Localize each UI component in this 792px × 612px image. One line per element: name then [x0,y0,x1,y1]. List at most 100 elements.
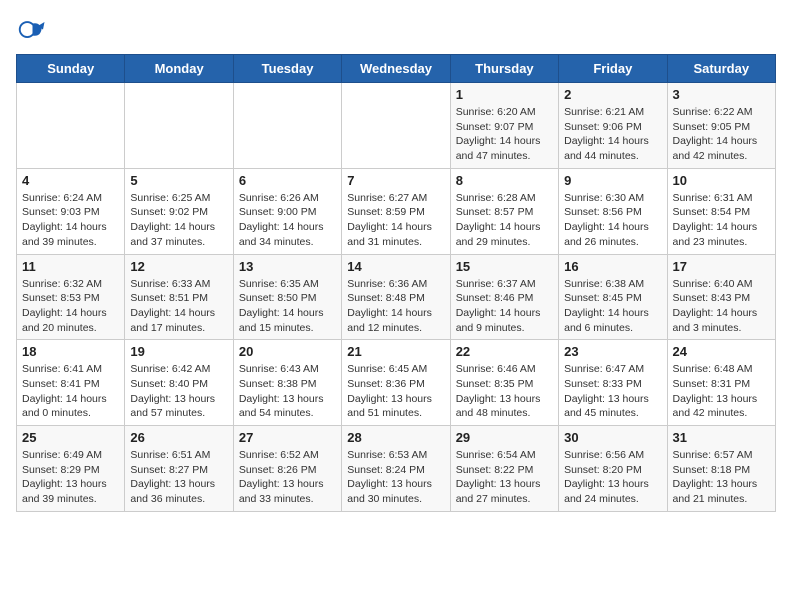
calendar-cell: 4 Sunrise: 6:24 AM Sunset: 9:03 PM Daylig… [17,168,125,254]
calendar-cell: 13 Sunrise: 6:35 AM Sunset: 8:50 PM Dayli… [233,254,341,340]
calendar-cell: 28 Sunrise: 6:53 AM Sunset: 8:24 PM Dayli… [342,426,450,512]
weekday-header-sunday: Sunday [17,55,125,83]
day-number: 2 [564,87,661,102]
day-number: 25 [22,430,119,445]
day-number: 17 [673,259,770,274]
day-number: 23 [564,344,661,359]
day-number: 4 [22,173,119,188]
day-info: Sunrise: 6:51 AM Sunset: 8:27 PM Dayligh… [130,448,227,507]
calendar-cell [125,83,233,169]
weekday-header-wednesday: Wednesday [342,55,450,83]
calendar-cell: 18 Sunrise: 6:41 AM Sunset: 8:41 PM Dayli… [17,340,125,426]
calendar-cell: 12 Sunrise: 6:33 AM Sunset: 8:51 PM Dayli… [125,254,233,340]
day-info: Sunrise: 6:38 AM Sunset: 8:45 PM Dayligh… [564,277,661,336]
day-number: 6 [239,173,336,188]
day-info: Sunrise: 6:22 AM Sunset: 9:05 PM Dayligh… [673,105,770,164]
day-number: 29 [456,430,553,445]
day-number: 15 [456,259,553,274]
day-number: 1 [456,87,553,102]
day-number: 22 [456,344,553,359]
day-info: Sunrise: 6:30 AM Sunset: 8:56 PM Dayligh… [564,191,661,250]
day-number: 27 [239,430,336,445]
calendar-cell: 15 Sunrise: 6:37 AM Sunset: 8:46 PM Dayli… [450,254,558,340]
day-info: Sunrise: 6:43 AM Sunset: 8:38 PM Dayligh… [239,362,336,421]
day-info: Sunrise: 6:37 AM Sunset: 8:46 PM Dayligh… [456,277,553,336]
day-info: Sunrise: 6:48 AM Sunset: 8:31 PM Dayligh… [673,362,770,421]
day-info: Sunrise: 6:26 AM Sunset: 9:00 PM Dayligh… [239,191,336,250]
header [16,16,776,46]
day-info: Sunrise: 6:24 AM Sunset: 9:03 PM Dayligh… [22,191,119,250]
day-info: Sunrise: 6:42 AM Sunset: 8:40 PM Dayligh… [130,362,227,421]
day-number: 13 [239,259,336,274]
day-info: Sunrise: 6:35 AM Sunset: 8:50 PM Dayligh… [239,277,336,336]
day-number: 19 [130,344,227,359]
day-number: 26 [130,430,227,445]
calendar-cell: 24 Sunrise: 6:48 AM Sunset: 8:31 PM Dayli… [667,340,775,426]
day-number: 8 [456,173,553,188]
calendar-cell: 27 Sunrise: 6:52 AM Sunset: 8:26 PM Dayli… [233,426,341,512]
day-info: Sunrise: 6:40 AM Sunset: 8:43 PM Dayligh… [673,277,770,336]
calendar-cell: 22 Sunrise: 6:46 AM Sunset: 8:35 PM Dayli… [450,340,558,426]
day-number: 12 [130,259,227,274]
day-info: Sunrise: 6:32 AM Sunset: 8:53 PM Dayligh… [22,277,119,336]
calendar-cell: 10 Sunrise: 6:31 AM Sunset: 8:54 PM Dayli… [667,168,775,254]
calendar-cell: 20Sunrise: 6:43 AM Sunset: 8:38 PM Dayli… [233,340,341,426]
day-number: 16 [564,259,661,274]
day-number: 28 [347,430,444,445]
calendar-cell: 31 Sunrise: 6:57 AM Sunset: 8:18 PM Dayli… [667,426,775,512]
logo [16,16,50,46]
day-info: Sunrise: 6:33 AM Sunset: 8:51 PM Dayligh… [130,277,227,336]
day-number: 24 [673,344,770,359]
calendar-cell: 26 Sunrise: 6:51 AM Sunset: 8:27 PM Dayli… [125,426,233,512]
day-info: Sunrise: 6:41 AM Sunset: 8:41 PM Dayligh… [22,362,119,421]
calendar-cell: 17 Sunrise: 6:40 AM Sunset: 8:43 PM Dayli… [667,254,775,340]
calendar-cell: 1 Sunrise: 6:20 AM Sunset: 9:07 PM Daylig… [450,83,558,169]
day-info: Sunrise: 6:53 AM Sunset: 8:24 PM Dayligh… [347,448,444,507]
day-info: Sunrise: 6:45 AM Sunset: 8:36 PM Dayligh… [347,362,444,421]
day-info: Sunrise: 6:27 AM Sunset: 8:59 PM Dayligh… [347,191,444,250]
day-info: Sunrise: 6:21 AM Sunset: 9:06 PM Dayligh… [564,105,661,164]
calendar-cell: 3 Sunrise: 6:22 AM Sunset: 9:05 PM Daylig… [667,83,775,169]
calendar-cell: 21 Sunrise: 6:45 AM Sunset: 8:36 PM Dayli… [342,340,450,426]
weekday-header-friday: Friday [559,55,667,83]
day-info: Sunrise: 6:46 AM Sunset: 8:35 PM Dayligh… [456,362,553,421]
day-number: 11 [22,259,119,274]
day-info: Sunrise: 6:25 AM Sunset: 9:02 PM Dayligh… [130,191,227,250]
day-info: Sunrise: 6:28 AM Sunset: 8:57 PM Dayligh… [456,191,553,250]
day-info: Sunrise: 6:49 AM Sunset: 8:29 PM Dayligh… [22,448,119,507]
calendar-table: SundayMondayTuesdayWednesdayThursdayFrid… [16,54,776,512]
calendar-cell: 23 Sunrise: 6:47 AM Sunset: 8:33 PM Dayli… [559,340,667,426]
weekday-header-monday: Monday [125,55,233,83]
day-info: Sunrise: 6:57 AM Sunset: 8:18 PM Dayligh… [673,448,770,507]
calendar-cell: 16 Sunrise: 6:38 AM Sunset: 8:45 PM Dayli… [559,254,667,340]
weekday-header-thursday: Thursday [450,55,558,83]
weekday-header-saturday: Saturday [667,55,775,83]
day-info: Sunrise: 6:31 AM Sunset: 8:54 PM Dayligh… [673,191,770,250]
calendar-cell: 11 Sunrise: 6:32 AM Sunset: 8:53 PM Dayli… [17,254,125,340]
logo-icon [16,16,46,46]
day-info: Sunrise: 6:20 AM Sunset: 9:07 PM Dayligh… [456,105,553,164]
day-number: 3 [673,87,770,102]
calendar-cell: 30 Sunrise: 6:56 AM Sunset: 8:20 PM Dayli… [559,426,667,512]
day-number: 31 [673,430,770,445]
calendar-cell: 6 Sunrise: 6:26 AM Sunset: 9:00 PM Daylig… [233,168,341,254]
calendar-cell: 14Sunrise: 6:36 AM Sunset: 8:48 PM Dayli… [342,254,450,340]
calendar-cell: 29 Sunrise: 6:54 AM Sunset: 8:22 PM Dayli… [450,426,558,512]
calendar-cell: 19 Sunrise: 6:42 AM Sunset: 8:40 PM Dayli… [125,340,233,426]
day-number: 30 [564,430,661,445]
day-number: 18 [22,344,119,359]
day-info: Sunrise: 6:36 AM Sunset: 8:48 PM Dayligh… [347,277,444,336]
calendar-cell: 8 Sunrise: 6:28 AM Sunset: 8:57 PM Daylig… [450,168,558,254]
day-info: Sunrise: 6:56 AM Sunset: 8:20 PM Dayligh… [564,448,661,507]
day-number: 21 [347,344,444,359]
calendar-cell [342,83,450,169]
calendar-cell: 2 Sunrise: 6:21 AM Sunset: 9:06 PM Daylig… [559,83,667,169]
calendar-cell: 7Sunrise: 6:27 AM Sunset: 8:59 PM Daylig… [342,168,450,254]
weekday-header-tuesday: Tuesday [233,55,341,83]
day-info: Sunrise: 6:47 AM Sunset: 8:33 PM Dayligh… [564,362,661,421]
calendar-cell [233,83,341,169]
day-number: 10 [673,173,770,188]
day-info: Sunrise: 6:52 AM Sunset: 8:26 PM Dayligh… [239,448,336,507]
day-number: 5 [130,173,227,188]
day-info: Sunrise: 6:54 AM Sunset: 8:22 PM Dayligh… [456,448,553,507]
